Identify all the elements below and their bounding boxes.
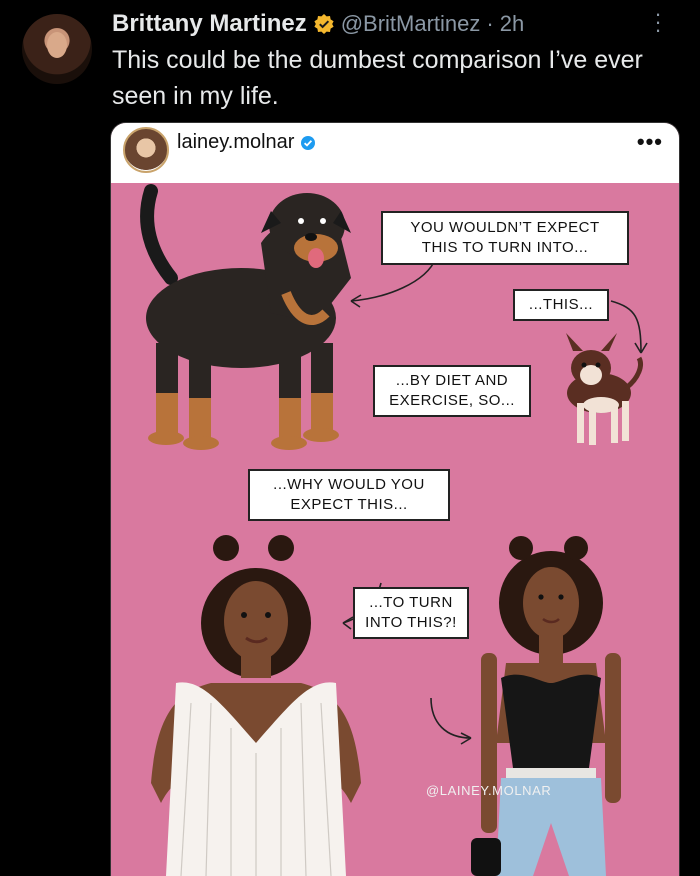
speech-bubble-2: ...THIS... xyxy=(513,289,609,321)
author-handle[interactable]: @BritMartinez xyxy=(341,11,481,37)
instagram-username[interactable]: lainey.molnar xyxy=(177,131,294,154)
speech-bubble-5: ...TO TURN INTO THIS?! xyxy=(353,587,469,639)
illustration-svg xyxy=(111,183,679,876)
tweet: Brittany Martinez @BritMartinez · 2h · · ·… xyxy=(0,0,700,876)
instagram-header: lainey.molnar ••• xyxy=(111,123,679,183)
speech-bubble-4: ...WHY WOULD YOU EXPECT THIS... xyxy=(248,469,450,521)
speech-bubble-3: ...BY DIET AND EXERCISE, SO... xyxy=(373,365,531,417)
comic-illustration: YOU WOULDN’T EXPECT THIS TO TURN INTO...… xyxy=(111,183,679,876)
verified-badge-icon xyxy=(314,14,334,34)
timestamp[interactable]: 2h xyxy=(500,11,524,37)
embedded-image-card[interactable]: lainey.molnar ••• YOU WOULDN’T EXPECT TH… xyxy=(110,122,680,876)
instagram-avatar[interactable] xyxy=(123,127,169,173)
instagram-more-icon[interactable]: ••• xyxy=(637,129,663,155)
more-options-icon[interactable]: · · · xyxy=(650,3,666,41)
author-avatar[interactable] xyxy=(22,14,92,84)
instagram-verified-icon xyxy=(301,135,316,150)
tweet-text: This could be the dumbest comparison I’v… xyxy=(112,46,643,110)
tweet-header: Brittany Martinez @BritMartinez · 2h xyxy=(112,8,524,40)
author-name[interactable]: Brittany Martinez xyxy=(112,10,307,38)
separator-dot: · xyxy=(486,11,494,36)
speech-bubble-1: YOU WOULDN’T EXPECT THIS TO TURN INTO... xyxy=(381,211,629,265)
instagram-user[interactable]: lainey.molnar xyxy=(177,131,316,154)
artist-watermark: @LAINEY.MOLNAR xyxy=(426,783,552,798)
